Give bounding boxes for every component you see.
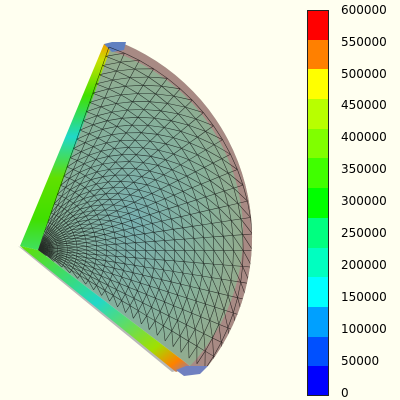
mesh-edge [250, 267, 253, 284]
mesh-edge [213, 355, 223, 362]
colorbar-segment [307, 188, 329, 219]
mesh-edge [221, 346, 231, 362]
mesh-edge [252, 234, 253, 251]
colorbar-tick: 100000 [341, 322, 387, 336]
colorbar-segment [307, 247, 329, 278]
colorbar-segment [307, 99, 329, 130]
colorbar-tick: 500000 [341, 67, 387, 81]
colorbar-segment [307, 39, 329, 70]
colorbar-segment [307, 10, 329, 41]
colorbar [307, 10, 329, 397]
colorbar-segment [307, 158, 329, 189]
fem-viewport[interactable]: 600000 550000 500000 450000 400000 35000… [0, 0, 400, 400]
fem-mesh-plot[interactable] [0, 0, 400, 400]
colorbar-tick: 200000 [341, 258, 387, 272]
colorbar-tick: 250000 [341, 226, 387, 240]
colorbar-segment [307, 128, 329, 159]
colorbar-segment [307, 366, 329, 397]
colorbar-segment [307, 69, 329, 100]
mesh-edge [236, 315, 243, 332]
mesh-edge [242, 299, 248, 317]
colorbar-tick: 450000 [341, 98, 387, 112]
colorbar-tick: 300000 [341, 194, 387, 208]
mesh-edge [246, 283, 251, 301]
colorbar-tick: 0 [341, 386, 349, 400]
colorbar-segment [307, 306, 329, 338]
colorbar-segment [307, 217, 329, 249]
mesh-edge [252, 250, 253, 268]
colorbar-tick: 50000 [341, 354, 380, 368]
colorbar-tick: 600000 [341, 3, 387, 17]
colorbar-segment [307, 336, 329, 367]
colorbar-tick: 400000 [341, 130, 387, 144]
mesh-edge [212, 361, 223, 366]
mesh-edge [229, 331, 238, 347]
colorbar-tick: 550000 [341, 35, 387, 49]
colorbar-tick: 350000 [341, 162, 387, 176]
colorbar-tick: 150000 [341, 290, 387, 304]
colorbar-segment [307, 277, 329, 308]
